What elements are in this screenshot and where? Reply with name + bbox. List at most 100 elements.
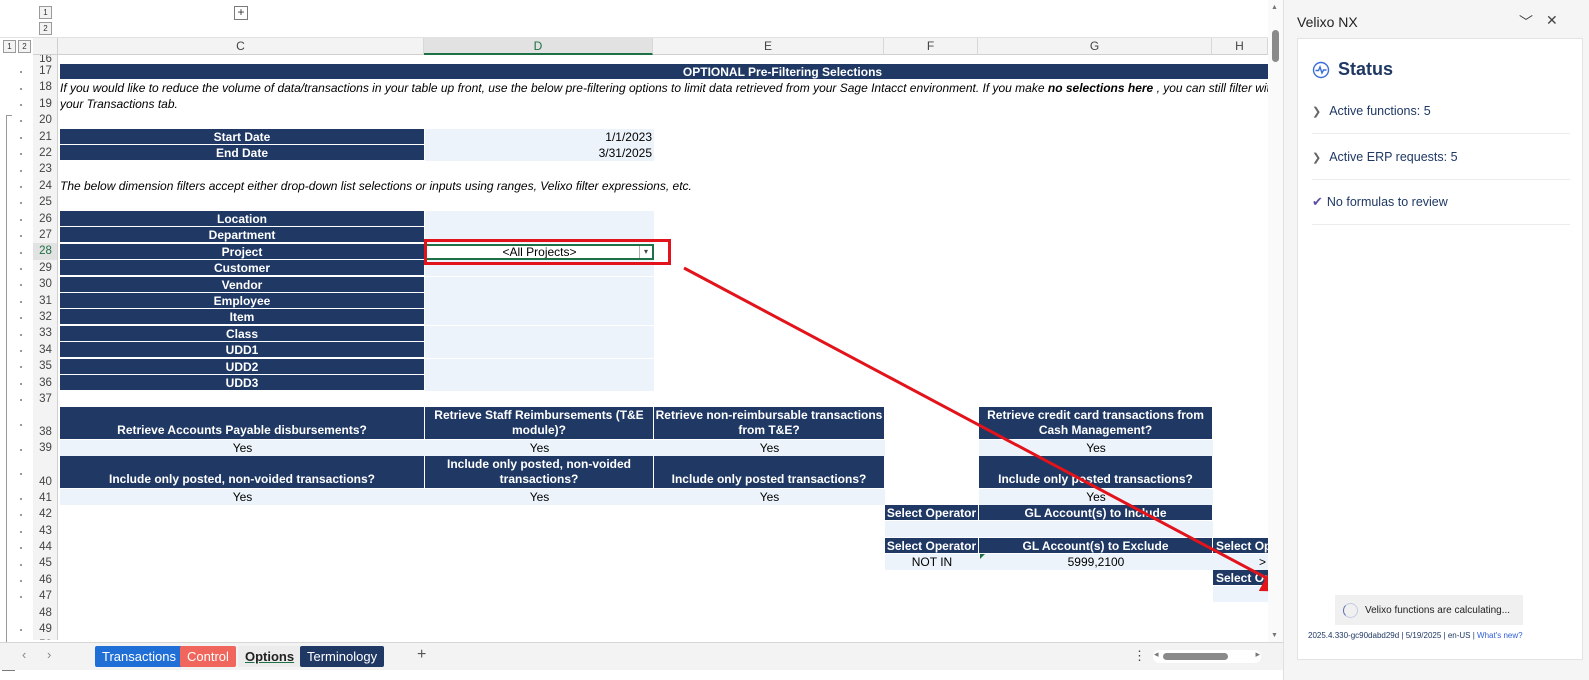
add-sheet-button[interactable]: + xyxy=(417,646,426,664)
whats-new-link[interactable]: What's new? xyxy=(1477,631,1523,640)
end-date-value[interactable]: 3/31/2025 xyxy=(425,145,654,161)
row-header-20[interactable]: 20 xyxy=(33,112,57,128)
row-header-35[interactable]: 35 xyxy=(33,358,57,374)
dimension-value-udd1[interactable] xyxy=(425,342,654,359)
active-functions-row[interactable]: ❯ Active functions: 5 xyxy=(1312,89,1570,134)
expand-group-button[interactable]: + xyxy=(234,6,248,20)
horizontal-scrollbar[interactable]: ◂ ▸ xyxy=(1153,649,1261,663)
more-options-icon[interactable]: ⋮ xyxy=(1133,648,1146,664)
tab-terminology[interactable]: Terminology xyxy=(300,646,385,667)
tab-transactions[interactable]: Transactions xyxy=(95,646,183,667)
row-header-45[interactable]: 45 xyxy=(33,555,57,571)
row-header-36[interactable]: 36 xyxy=(33,375,57,391)
dimension-value-udd2[interactable] xyxy=(425,358,654,375)
dimension-value-item[interactable] xyxy=(425,309,654,326)
answer-posted-nonvoided-1[interactable]: Yes xyxy=(60,489,425,505)
row-header-32[interactable]: 32 xyxy=(33,309,57,325)
not-in-operator[interactable]: NOT IN xyxy=(885,554,979,570)
gl-exclude-value[interactable]: 5999,2100 xyxy=(979,554,1213,570)
h45-value[interactable]: > xyxy=(1213,554,1268,570)
answer-posted-2[interactable]: Yes xyxy=(979,489,1213,505)
row-header-16[interactable]: 16 xyxy=(33,55,57,65)
row-header-44[interactable]: 44 xyxy=(33,539,57,555)
scroll-down-arrow[interactable]: ▼ xyxy=(1271,632,1278,639)
select-operator-h44-label: Select Op xyxy=(1213,538,1268,554)
answer-ap-disbursements[interactable]: Yes xyxy=(60,440,425,456)
row-header-26[interactable]: 26 xyxy=(33,211,57,227)
row-header-21[interactable]: 21 xyxy=(33,129,57,145)
panel-close-icon[interactable]: ✕ xyxy=(1546,12,1558,29)
row-header-48[interactable]: 48 xyxy=(33,605,57,621)
column-header-f[interactable]: F xyxy=(884,38,978,55)
prev-sheet-button[interactable]: ‹ xyxy=(22,647,26,662)
dimension-value-location[interactable] xyxy=(425,211,654,227)
select-operator-include-value[interactable] xyxy=(885,521,979,537)
vertical-scrollbar[interactable]: ▲ ▼ xyxy=(1268,0,1283,645)
answer-non-reimbursable[interactable]: Yes xyxy=(654,440,885,456)
chevron-right-icon: ❯ xyxy=(1312,105,1322,118)
row-header-43[interactable]: 43 xyxy=(33,523,57,539)
outline-group-line xyxy=(6,115,7,663)
dimension-value-vendor[interactable] xyxy=(425,276,654,293)
column-header-c[interactable]: C xyxy=(58,38,424,55)
scroll-up-arrow[interactable]: ▲ xyxy=(1271,4,1278,11)
column-header-d[interactable]: D xyxy=(424,38,653,55)
scroll-right-arrow[interactable]: ▸ xyxy=(1255,649,1260,660)
h47-value[interactable] xyxy=(1213,586,1268,602)
row-header-37[interactable]: 37 xyxy=(33,391,57,407)
row-header-38[interactable]: 38 xyxy=(33,407,57,440)
row-header-42[interactable]: 42 xyxy=(33,506,57,522)
tab-options[interactable]: Options xyxy=(238,646,302,667)
worksheet-grid[interactable]: OPTIONAL Pre-Filtering Selections If you… xyxy=(58,55,1268,640)
active-erp-row[interactable]: ❯ Active ERP requests: 5 xyxy=(1312,135,1570,180)
column-outline-level-2-button[interactable]: 2 xyxy=(39,22,52,35)
answer-staff-reimbursements[interactable]: Yes xyxy=(425,440,654,456)
row-header-40[interactable]: 40 xyxy=(33,457,57,490)
row-header-23[interactable]: 23 xyxy=(33,161,57,177)
row-header-33[interactable]: 33 xyxy=(33,325,57,341)
row-header-47[interactable]: 47 xyxy=(33,588,57,604)
row-header-30[interactable]: 30 xyxy=(33,276,57,292)
row-header-50[interactable]: 50 xyxy=(33,637,57,640)
row-header-46[interactable]: 46 xyxy=(33,572,57,588)
vertical-scroll-thumb[interactable] xyxy=(1272,30,1279,62)
row-header-27[interactable]: 27 xyxy=(33,227,57,243)
dimension-value-udd3[interactable] xyxy=(425,375,654,391)
row-header-41[interactable]: 41 xyxy=(33,490,57,506)
row-header-18[interactable]: 18 xyxy=(33,79,57,95)
row-header-49[interactable]: 49 xyxy=(33,621,57,637)
column-header-e[interactable]: E xyxy=(653,38,884,55)
next-sheet-button[interactable]: › xyxy=(47,647,51,662)
row-header-31[interactable]: 31 xyxy=(33,293,57,309)
row-header-25[interactable]: 25 xyxy=(33,194,57,210)
row-header-28[interactable]: 28 xyxy=(33,243,57,260)
answer-posted-nonvoided-2[interactable]: Yes xyxy=(425,489,654,505)
scroll-left-arrow[interactable]: ◂ xyxy=(1154,649,1159,660)
no-formulas-row: ✔ No formulas to review xyxy=(1312,180,1570,225)
dimension-value-class[interactable] xyxy=(425,325,654,342)
outline-dot xyxy=(20,284,22,287)
answer-credit-card[interactable]: Yes xyxy=(979,440,1213,456)
row-header-22[interactable]: 22 xyxy=(33,145,57,161)
section-title: OPTIONAL Pre-Filtering Selections xyxy=(60,64,1268,80)
row-header-29[interactable]: 29 xyxy=(33,260,57,276)
dimension-value-employee[interactable] xyxy=(425,293,654,309)
column-header-h[interactable]: H xyxy=(1212,38,1268,55)
row-header-19[interactable]: 19 xyxy=(33,96,57,112)
row-outline-level-2-button[interactable]: 2 xyxy=(18,40,31,53)
question-credit-card: Retrieve credit card transactions from C… xyxy=(979,407,1213,440)
row-outline-level-1-button[interactable]: 1 xyxy=(3,40,16,53)
row-header-34[interactable]: 34 xyxy=(33,342,57,358)
row-header-39[interactable]: 39 xyxy=(33,440,57,456)
row-header-24[interactable]: 24 xyxy=(33,178,57,194)
answer-posted-1[interactable]: Yes xyxy=(654,489,885,505)
start-date-value[interactable]: 1/1/2023 xyxy=(425,129,654,145)
column-header-g[interactable]: G xyxy=(978,38,1212,55)
column-outline-level-1-button[interactable]: 1 xyxy=(39,6,52,19)
horizontal-scroll-thumb[interactable] xyxy=(1163,653,1228,660)
gl-include-value[interactable] xyxy=(979,521,1213,537)
row-header-17[interactable]: 17 xyxy=(33,63,57,79)
select-all-corner[interactable] xyxy=(33,38,58,55)
panel-minimize-icon[interactable]: ﹀ xyxy=(1519,12,1533,32)
tab-control[interactable]: Control xyxy=(180,646,236,667)
